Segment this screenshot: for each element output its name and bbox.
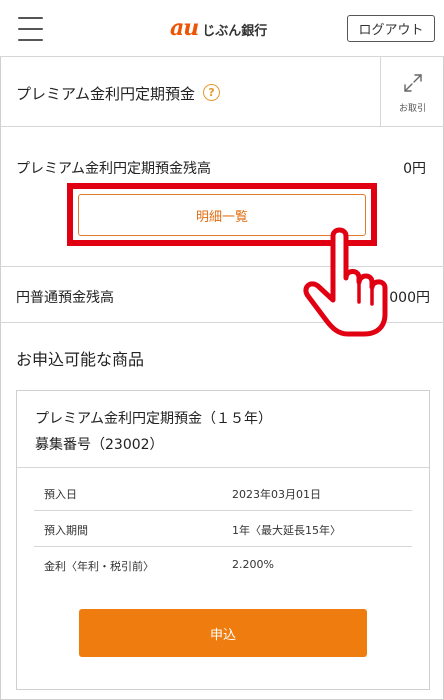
offer-row-deposit-date: 預入日 2023年03月01日: [34, 475, 412, 511]
bank-logo: au じぶん銀行: [170, 15, 267, 41]
logout-button[interactable]: ログアウト: [347, 15, 435, 42]
offer-card: プレミアム金利円定期預金（１５年） 募集番号（23002） 預入日 2023年0…: [16, 390, 430, 690]
row-value: 2.200%: [232, 558, 274, 571]
row-value: 1年〈最大延長15年〉: [232, 524, 341, 537]
row-label: 預入期間: [44, 524, 88, 537]
offer-recruitment-number: 募集番号（23002）: [35, 437, 164, 453]
row-value: 2023年03月01日: [232, 488, 321, 501]
deposit-balance-value: 0円: [403, 161, 426, 177]
help-icon[interactable]: ?: [203, 84, 220, 101]
pointing-hand-icon: [303, 227, 388, 337]
offer-divider: [17, 467, 429, 468]
logo-name: じぶん銀行: [202, 24, 268, 39]
deposit-balance-label: プレミアム金利円定期預金残高: [16, 161, 212, 177]
product-title: プレミアム金利円定期預金: [16, 85, 195, 103]
transfer-arrows-icon: [403, 73, 422, 92]
header: au じぶん銀行 ログアウト: [0, 0, 444, 57]
apply-button[interactable]: 申込: [79, 609, 367, 657]
transaction-label: お取引: [398, 103, 426, 114]
offer-title: プレミアム金利円定期預金（１５年）: [35, 411, 273, 427]
offer-row-deposit-period: 預入期間 1年〈最大延長15年〉: [34, 511, 412, 547]
yen-savings-label: 円普通預金残高: [16, 290, 114, 306]
logo-mark: au: [170, 15, 199, 41]
hamburger-menu-icon[interactable]: [18, 17, 43, 41]
product-header-row: プレミアム金利円定期預金 ? お取引: [0, 57, 444, 127]
available-products-heading: お申込可能な商品: [16, 350, 145, 369]
row-label: 預入日: [44, 488, 77, 501]
transaction-button[interactable]: お取引: [380, 57, 444, 127]
offer-row-interest-rate: 金利〈年利・税引前〉 2.200%: [34, 547, 412, 583]
offer-details-table: 預入日 2023年03月01日 預入期間 1年〈最大延長15年〉 金利〈年利・税…: [34, 475, 412, 583]
row-label: 金利〈年利・税引前〉: [44, 560, 154, 573]
